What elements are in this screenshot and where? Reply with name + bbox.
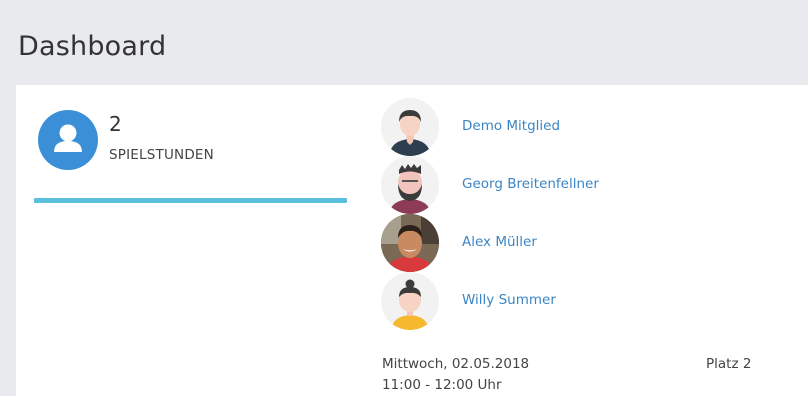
page-header: Dashboard — [0, 10, 808, 82]
stat-progress-bar — [34, 198, 347, 203]
bearded-avatar-icon — [381, 156, 439, 214]
page-title: Dashboard — [18, 31, 167, 62]
photo-avatar — [381, 214, 439, 272]
member-row: Georg Breitenfellner — [381, 156, 681, 214]
spielstunden-label: SPIELSTUNDEN — [109, 147, 214, 163]
member-name-link[interactable]: Demo Mitglied — [462, 118, 560, 134]
booking-court: Platz 2 — [706, 356, 752, 372]
member-row: Willy Summer — [381, 272, 681, 330]
male-avatar-icon — [381, 98, 439, 156]
member-name-link[interactable]: Willy Summer — [462, 292, 556, 308]
member-row: Alex Müller — [381, 214, 681, 272]
member-name-link[interactable]: Alex Müller — [462, 234, 537, 250]
member-row: Demo Mitglied — [381, 98, 681, 156]
booking-time: 11:00 - 12:00 Uhr — [382, 377, 502, 393]
member-name-link[interactable]: Georg Breitenfellner — [462, 176, 599, 192]
female-avatar-icon — [381, 272, 439, 330]
booking-date: Mittwoch, 02.05.2018 — [382, 356, 530, 372]
user-icon — [38, 110, 98, 170]
spielstunden-count: 2 — [109, 112, 122, 136]
